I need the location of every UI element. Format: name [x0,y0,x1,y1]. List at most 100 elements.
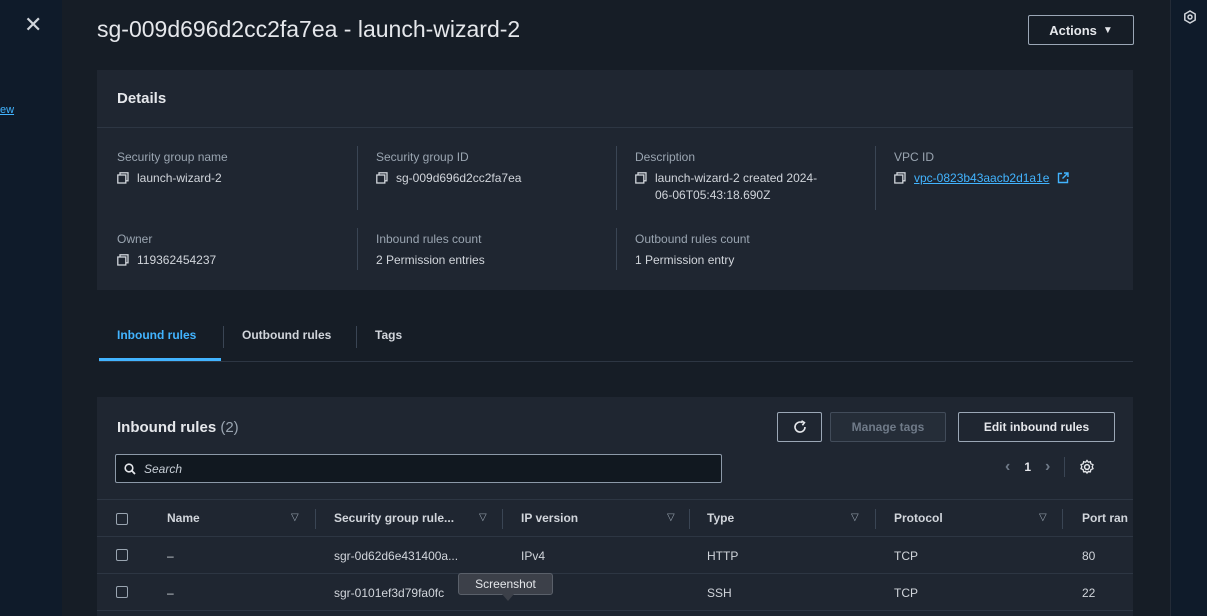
detail-inbound-count: Inbound rules count 2 Permission entries [376,232,606,269]
details-heading: Details [97,70,1133,128]
chevron-right-icon[interactable]: › [1045,458,1050,476]
copy-icon[interactable] [894,172,906,184]
page-title: sg-009d696d2cc2fa7ea - launch-wizard-2 [97,16,521,42]
sort-icon[interactable]: ▽ [291,512,299,523]
close-icon[interactable]: ✕ [24,14,42,36]
search-icon [124,462,136,475]
actions-button[interactable]: Actions ▼ [1028,15,1134,45]
column-header-name[interactable]: Name [167,511,200,525]
divider [616,228,617,270]
tab-bar: Inbound rules Outbound rules Tags [99,320,1133,362]
pagination: ‹ 1 › [1005,457,1095,477]
tab-inbound-rules[interactable]: Inbound rules [117,328,196,342]
manage-tags-button[interactable]: Manage tags [830,412,946,442]
chevron-left-icon[interactable]: ‹ [1005,458,1010,476]
detail-security-group-name: Security group name launch-wizard-2 [117,150,347,187]
cell-rule-id: sgr-0d62d6e431400a... [334,549,459,563]
settings-hexagon-icon[interactable] [1183,10,1197,24]
detail-owner: Owner 119362454237 [117,232,347,269]
divider [616,146,617,210]
refresh-icon [793,420,806,433]
detail-label: Description [635,150,696,164]
cell-type: SSH [707,586,732,600]
partial-link[interactable]: ew [0,104,14,116]
column-header-type[interactable]: Type [707,511,734,525]
tab-divider [356,326,357,348]
copy-icon[interactable] [376,172,388,184]
cell-port: 22 [1082,586,1096,600]
detail-vpc-id: VPC ID vpc-0823b43aacb2d1a1e [894,150,1124,187]
external-link-icon[interactable] [1057,172,1070,184]
detail-value: sg-009d696d2cc2fa7ea [396,171,522,185]
detail-label: Inbound rules count [376,232,482,246]
inbound-rules-title: Inbound rules [117,419,217,436]
column-header-protocol[interactable]: Protocol [894,511,943,525]
active-tab-indicator [99,358,221,361]
column-divider[interactable] [1062,509,1063,529]
detail-value: 2 Permission entries [376,253,485,267]
divider [875,146,876,210]
copy-icon[interactable] [117,254,129,266]
copy-icon[interactable] [117,172,129,184]
column-header-ip-version[interactable]: IP version [521,511,578,525]
right-panel-strip [1170,0,1207,616]
divider [1064,457,1066,477]
detail-description: Description launch-wizard-2 created 2024… [635,150,835,204]
cell-rule-id: sgr-0101ef3d79fa0fc [334,586,445,600]
actions-label: Actions [1049,22,1097,38]
tab-divider [223,326,224,348]
detail-label: VPC ID [894,150,935,164]
sort-icon[interactable]: ▽ [1039,512,1047,523]
edit-inbound-rules-button[interactable]: Edit inbound rules [958,412,1115,442]
cell-type: HTTP [707,549,739,563]
row-checkbox[interactable] [116,586,128,598]
cell-protocol: TCP [894,586,918,600]
inbound-rules-panel: Inbound rules (2) Manage tags Edit inbou… [97,397,1133,616]
detail-value: launch-wizard-2 [137,171,222,185]
main-panel: sg-009d696d2cc2fa7ea - launch-wizard-2 A… [62,0,1170,616]
tooltip: Screenshot [458,573,553,595]
sort-icon[interactable]: ▽ [479,512,487,523]
inbound-rules-count: (2) [220,419,239,436]
left-panel-strip: ✕ ew [0,0,62,616]
cell-protocol: TCP [894,549,918,563]
sort-icon[interactable]: ▽ [851,512,859,523]
detail-label: Security group ID [376,150,469,164]
divider [357,146,358,210]
sort-icon[interactable]: ▽ [667,512,675,523]
select-all-checkbox[interactable] [116,513,128,525]
column-divider[interactable] [689,509,690,529]
details-panel: Details Security group name launch-wizar… [97,70,1133,290]
search-input[interactable] [144,461,704,476]
search-field[interactable] [115,454,722,483]
detail-label: Outbound rules count [635,232,750,246]
cell-port: 80 [1082,549,1096,563]
tab-tags[interactable]: Tags [375,328,402,342]
refresh-button[interactable] [777,412,822,442]
tab-outbound-rules[interactable]: Outbound rules [242,328,331,342]
detail-value: 119362454237 [137,253,217,267]
table-row[interactable]: – sgr-0d62d6e431400a... IPv4 HTTP TCP 80 [97,537,1133,574]
table-row[interactable]: – sgr-0101ef3d79fa0fc SSH TCP 22 [97,574,1133,611]
detail-label: Owner [117,232,153,246]
caret-down-icon: ▼ [1102,24,1113,36]
inbound-rules-heading: Inbound rules (2) [117,419,239,436]
column-divider[interactable] [315,509,316,529]
column-header-port-range[interactable]: Port ran [1082,511,1128,525]
detail-label: Security group name [117,150,228,164]
column-divider[interactable] [502,509,503,529]
detail-security-group-id: Security group ID sg-009d696d2cc2fa7ea [376,150,606,187]
current-page[interactable]: 1 [1024,460,1031,474]
detail-outbound-count: Outbound rules count 1 Permission entry [635,232,865,269]
cell-ip-version: IPv4 [521,549,546,563]
copy-icon[interactable] [635,172,647,184]
row-checkbox[interactable] [116,549,128,561]
settings-gear-icon[interactable] [1079,459,1095,475]
column-divider[interactable] [875,509,876,529]
cell-name: – [167,549,174,563]
vpc-id-link[interactable]: vpc-0823b43aacb2d1a1e [914,170,1049,187]
cell-name: – [167,586,174,600]
column-header-rule-id[interactable]: Security group rule... [334,511,454,525]
table-header: Name ▽ Security group rule... ▽ IP versi… [97,499,1133,537]
tooltip-pointer [502,594,514,601]
